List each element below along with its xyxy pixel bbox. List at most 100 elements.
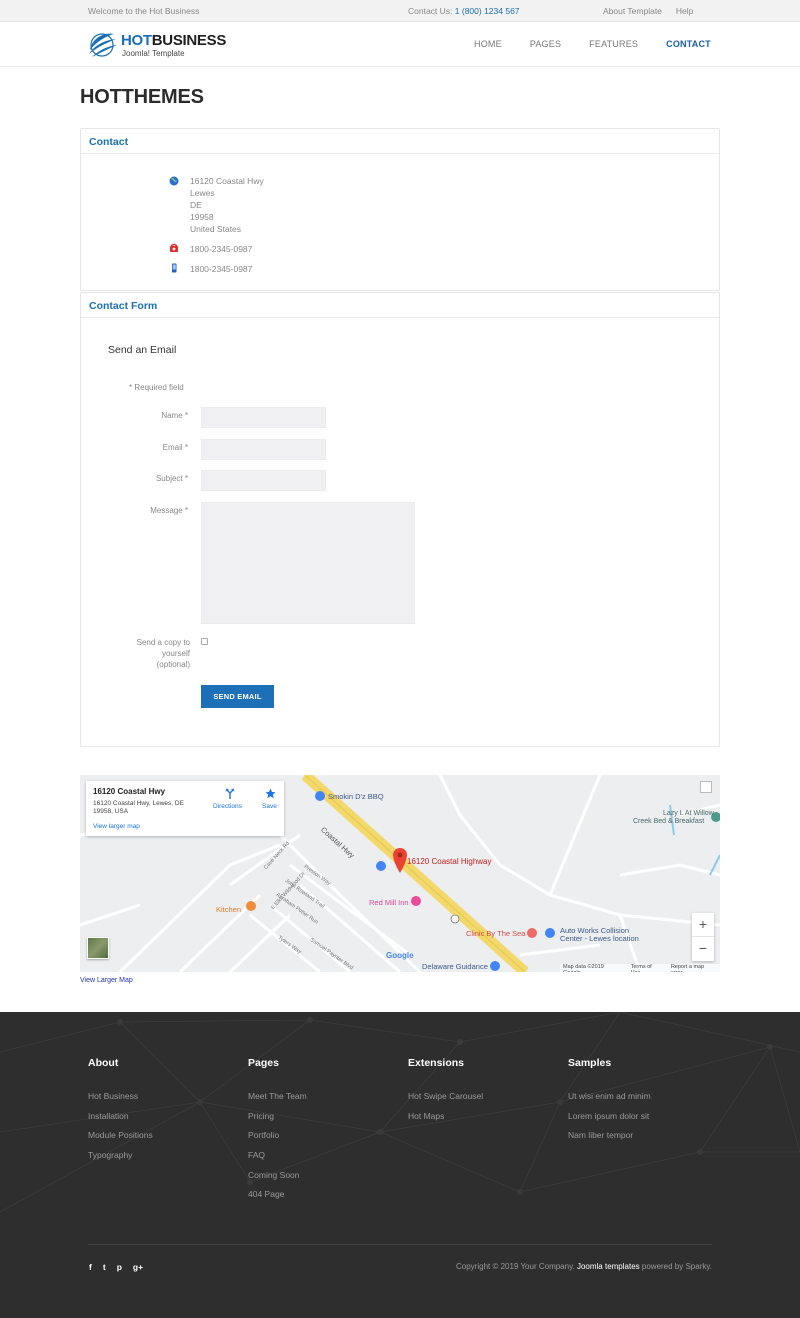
footer-link[interactable]: Hot Business (88, 1091, 153, 1111)
footer-link[interactable]: FAQ (248, 1150, 307, 1170)
message-textarea[interactable] (201, 502, 415, 624)
address-icon (169, 176, 179, 186)
zoom-controls: + − (692, 913, 714, 961)
twitter-icon[interactable]: t (103, 1262, 106, 1272)
mobile-number: 1800-2345-0987 (190, 264, 253, 274)
fullscreen-icon[interactable] (700, 781, 712, 793)
address-line: 16120 Coastal Hwy (190, 176, 264, 186)
main-nav: HOME PAGES FEATURES CONTACT (474, 39, 711, 49)
map-card-address: 16120 Coastal Hwy, Lewes, DE 19958, USA (93, 800, 184, 815)
contact-phone-link[interactable]: 1 (800) 1234 567 (455, 6, 520, 16)
view-larger-map-link[interactable]: View Larger Map (80, 977, 133, 984)
contact-form-panel: Contact Form Send an Email * Required fi… (80, 292, 720, 747)
zoom-out-button[interactable]: − (692, 937, 714, 961)
phone-number: 1800-2345-0987 (190, 244, 253, 254)
pinterest-icon[interactable]: p (117, 1262, 122, 1272)
phone-icon (170, 243, 178, 252)
footer-col-title: Extensions (408, 1057, 465, 1069)
top-links: About Template Help (603, 6, 693, 16)
zoom-in-button[interactable]: + (692, 913, 714, 937)
footer-divider (88, 1244, 712, 1245)
google-plus-icon[interactable]: g+ (133, 1262, 143, 1272)
footer-link[interactable]: Ut wisi enim ad minim (568, 1091, 651, 1111)
welcome-text: Welcome to the Hot Business (88, 6, 200, 16)
required-note: * Required field (129, 383, 184, 392)
footer-link[interactable]: Lorem ipsum dolor sit (568, 1111, 651, 1131)
footer-link[interactable]: Installation (88, 1111, 153, 1131)
contact-panel: Contact 16120 Coastal Hwy Lewes DE 19958… (80, 128, 720, 291)
footer-col-pages: Pages Meet The Team Pricing Portfolio FA… (248, 1057, 307, 1209)
logo-business: BUSINESS (151, 32, 227, 49)
nav-contact[interactable]: CONTACT (666, 39, 711, 49)
footer-link[interactable]: Hot Maps (408, 1111, 483, 1131)
footer-link[interactable]: Module Positions (88, 1130, 153, 1150)
logo-subtitle: Joomla! Template (122, 49, 185, 58)
map-place-delaware[interactable]: Delaware Guidance (422, 962, 488, 971)
nav-pages[interactable]: PAGES (530, 39, 561, 49)
footer-col-title: Samples (568, 1057, 612, 1069)
google-logo: Google (386, 951, 414, 960)
address-line: 19958 (190, 212, 214, 222)
footer-link[interactable]: Hot Swipe Carousel (408, 1091, 483, 1111)
directions-icon[interactable] (225, 788, 235, 799)
send-email-button[interactable]: SEND EMAIL (201, 685, 274, 708)
message-label: Message * (150, 506, 188, 515)
email-label: Email * (162, 443, 188, 452)
footer-col-about: About Hot Business Installation Module P… (88, 1057, 153, 1170)
email-input[interactable] (201, 439, 326, 460)
contact-label: Contact Us: (408, 6, 453, 16)
map-place-lazy[interactable]: Lazy L At Willow (663, 810, 719, 818)
address-line: United States (190, 224, 242, 234)
contact-form-heading: Contact Form (81, 293, 719, 318)
nav-features[interactable]: FEATURES (589, 39, 638, 49)
about-template-link[interactable]: About Template (603, 6, 662, 16)
satellite-toggle[interactable] (87, 937, 109, 959)
map-card-title: 16120 Coastal Hwy (93, 787, 166, 796)
name-label: Name * (161, 411, 188, 420)
footer-link[interactable]: Meet The Team (248, 1091, 307, 1111)
copy-checkbox[interactable] (201, 638, 208, 645)
footer-link[interactable]: 404 Page (248, 1189, 307, 1209)
save-button[interactable]: Save (262, 803, 277, 810)
nav-home[interactable]: HOME (474, 39, 502, 49)
address-line: DE (190, 200, 202, 210)
map-pin-label[interactable]: 16120 Coastal Highway (407, 857, 492, 866)
map-place-lazy-line: Lazy L At Willow (663, 810, 714, 817)
star-icon[interactable] (265, 788, 276, 799)
copy-label-line: yourself (161, 649, 190, 658)
logo-text[interactable]: HOTBUSINESS (121, 32, 226, 49)
map-footer: Map data ©2019 Google Terms of Use Repor… (560, 964, 720, 972)
footer-col-title: About (88, 1057, 119, 1069)
footer-link[interactable]: Portfolio (248, 1130, 307, 1150)
google-map[interactable]: Smokin D'z BBQ Lazy L At Willow Creek Be… (80, 775, 720, 972)
copyright-post: powered by Sparky. (641, 1262, 712, 1271)
logo-hot: HOT (121, 32, 152, 49)
facebook-icon[interactable]: f (89, 1262, 92, 1272)
footer-link[interactable]: Nam liber tempor (568, 1130, 651, 1150)
map-place-redmill[interactable]: Red Mill Inn (369, 898, 409, 907)
map-place-autoworks[interactable]: Auto Works Collision Center - Lewes loca… (560, 927, 639, 943)
terms-link[interactable]: Terms of Use (631, 964, 663, 972)
subject-input[interactable] (201, 470, 326, 491)
map-data-credit: Map data ©2019 Google (563, 964, 604, 972)
directions-button[interactable]: Directions (213, 803, 242, 810)
send-email-title: Send an Email (108, 344, 177, 356)
footer-link[interactable]: Pricing (248, 1111, 307, 1131)
help-link[interactable]: Help (676, 6, 693, 16)
logo-globe-icon[interactable] (86, 28, 118, 60)
address-line: Lewes (190, 188, 215, 198)
map-place-kitchen[interactable]: Kitchen (216, 905, 241, 914)
footer-link[interactable]: Coming Soon (248, 1170, 307, 1190)
map-place-clinic[interactable]: Clinic By The Sea (466, 929, 525, 938)
contact-panel-heading: Contact (81, 129, 719, 154)
footer-col-samples: Samples Ut wisi enim ad minim Lorem ipsu… (568, 1057, 651, 1150)
copyright-text: Copyright © 2019 Your Company. Joomla te… (456, 1262, 712, 1271)
footer-link[interactable]: Typography (88, 1150, 153, 1170)
map-info-card: 16120 Coastal Hwy 16120 Coastal Hwy, Lew… (86, 781, 284, 836)
map-place-smokin[interactable]: Smokin D'z BBQ (328, 792, 384, 801)
report-error-link[interactable]: Report a map error (671, 964, 717, 972)
copyright-pre: Copyright © 2019 Your Company. (456, 1262, 575, 1271)
joomla-templates-link[interactable]: Joomla templates (577, 1262, 640, 1271)
name-input[interactable] (201, 407, 326, 428)
map-view-larger-link[interactable]: View larger map (93, 823, 140, 830)
